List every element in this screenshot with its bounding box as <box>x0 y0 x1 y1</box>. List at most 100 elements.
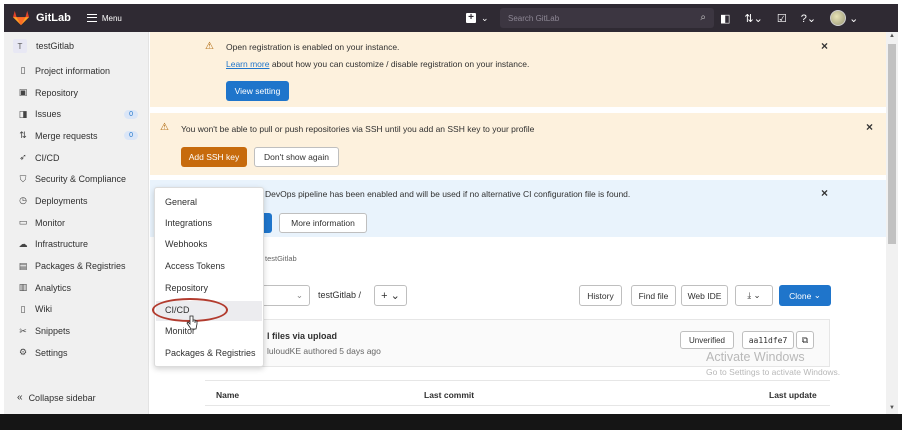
col-last-commit: Last commit <box>424 390 475 400</box>
sidebar-item-merge-requests[interactable]: ⇅ Merge requests 0 <box>4 125 148 147</box>
user-menu-button[interactable]: ⌄ <box>830 10 858 26</box>
clone-button[interactable]: Clone ⌄ <box>779 285 831 306</box>
rocket-icon: ➶ <box>19 152 27 163</box>
close-icon[interactable]: × <box>821 39 828 53</box>
project-avatar: T <box>13 39 27 53</box>
clipboard-icon: ▯ <box>20 65 26 76</box>
view-setting-button[interactable]: View setting <box>226 81 289 101</box>
monitor-icon: ▭ <box>18 217 28 228</box>
scissors-icon: ✂ <box>19 325 27 336</box>
double-chevron-left-icon: « <box>17 392 23 403</box>
gear-icon: ⚙ <box>18 347 28 358</box>
find-file-button[interactable]: Find file <box>631 285 676 306</box>
close-icon[interactable]: × <box>821 186 828 200</box>
sidebar-project-link[interactable]: T testGitlab <box>4 32 148 60</box>
page-scrollbar[interactable]: ▲ ▼ <box>886 32 898 414</box>
search-icon: ⌕ <box>700 12 706 23</box>
copy-sha-button[interactable]: ⧉ <box>796 331 814 349</box>
book-icon: ▣ <box>18 87 28 98</box>
brand-name: GitLab <box>36 12 71 24</box>
sidebar-item-project-information[interactable]: ▯ Project information <box>4 60 148 82</box>
sidebar-item-label: Issues <box>35 109 62 120</box>
auto-devops-alert-text: DevOps pipeline has been enabled and wil… <box>265 189 631 199</box>
sidebar-item-deployments[interactable]: ◷ Deployments <box>4 190 148 212</box>
shield-icon: ⛉ <box>19 173 27 184</box>
sidebar-item-label: Monitor <box>35 217 66 228</box>
history-button[interactable]: History <box>579 285 622 306</box>
new-dropdown-button[interactable]: + ⌄ <box>466 13 489 24</box>
package-icon: ▤ <box>18 260 28 271</box>
commit-title[interactable]: l files via upload <box>267 331 337 341</box>
flyout-item-packages-registries[interactable]: Packages & Registries <box>165 348 256 358</box>
sidebar-item-label: Project information <box>35 65 111 76</box>
chevron-down-icon: ⌄ <box>481 12 489 23</box>
breadcrumb[interactable]: testGitlab <box>265 254 297 263</box>
commit-sha-button[interactable]: aa11dfe7 <box>742 331 794 349</box>
flyout-item-repository[interactable]: Repository <box>165 283 208 293</box>
flyout-item-integrations[interactable]: Integrations <box>165 218 212 228</box>
project-path: testGitlab / <box>318 290 361 300</box>
col-last-update: Last update <box>769 390 817 400</box>
sidebar-item-ci-cd[interactable]: ➶ CI/CD <box>4 147 148 169</box>
hand-cursor-icon <box>186 315 198 330</box>
clone-label: Clone <box>789 290 812 301</box>
search-input[interactable] <box>508 13 688 23</box>
top-navbar: GitLab Menu + ⌄ ⌕ ◧ ⇅⌄ ☑ ?⌄ ⌄ <box>4 4 898 32</box>
sidebar-item-analytics[interactable]: ▥ Analytics <box>4 277 148 299</box>
sidebar-item-security-compliance[interactable]: ⛉ Security & Compliance <box>4 168 148 190</box>
col-name: Name <box>216 390 240 400</box>
flyout-item-general[interactable]: General <box>165 197 197 207</box>
download-button[interactable]: ⤓ ⌄ <box>735 285 773 306</box>
scroll-up-icon[interactable]: ▲ <box>889 33 895 39</box>
sidebar-item-settings[interactable]: ⚙ Settings <box>4 342 148 364</box>
dont-show-again-button[interactable]: Don't show again <box>254 147 339 167</box>
sidebar-item-packages-registries[interactable]: ▤ Packages & Registries <box>4 255 148 277</box>
menu-button[interactable]: Menu <box>86 14 122 23</box>
collapse-sidebar-button[interactable]: « Collapse sidebar <box>17 392 96 403</box>
sidebar-item-label: Wiki <box>35 304 52 315</box>
search-box[interactable]: ⌕ <box>500 8 714 28</box>
ssh-alert: ⚠ You won't be able to pull or push repo… <box>150 113 886 175</box>
chevron-down-icon: ⌄ <box>849 12 859 25</box>
wiki-icon: ▯ <box>20 303 26 314</box>
unverified-badge[interactable]: Unverified <box>680 331 734 349</box>
issues-nav-icon[interactable]: ◧ <box>720 12 730 25</box>
merge-requests-nav-icon[interactable]: ⇅⌄ <box>744 12 762 25</box>
registration-alert-text: Open registration is enabled on your ins… <box>226 42 400 52</box>
sidebar-item-repository[interactable]: ▣ Repository <box>4 82 148 104</box>
sidebar-item-label: CI/CD <box>35 152 60 163</box>
sidebar-item-issues[interactable]: ◨ Issues 0 <box>4 103 148 125</box>
close-icon[interactable]: × <box>866 120 873 134</box>
flyout-item-access-tokens[interactable]: Access Tokens <box>165 261 225 271</box>
sidebar-item-infrastructure[interactable]: ☁ Infrastructure <box>4 234 148 256</box>
sidebar-item-monitor[interactable]: ▭ Monitor <box>4 212 148 234</box>
scroll-thumb[interactable] <box>888 44 896 244</box>
count-badge: 0 <box>124 109 138 119</box>
sidebar-item-label: Settings <box>35 347 68 358</box>
sidebar-item-label: Repository <box>35 87 79 98</box>
activate-windows-watermark: Activate Windows <box>706 350 805 364</box>
scroll-down-icon[interactable]: ▼ <box>889 405 895 411</box>
sidebar-item-wiki[interactable]: ▯ Wiki <box>4 299 148 321</box>
project-path-name[interactable]: testGitlab <box>318 290 356 300</box>
download-icon: ⤓ ⌄ <box>747 290 761 300</box>
flyout-item-webhooks[interactable]: Webhooks <box>165 239 207 249</box>
plus-square-icon: + <box>466 13 476 23</box>
learn-more-rest: about how you can customize / disable re… <box>269 59 530 69</box>
collapse-sidebar-label: Collapse sidebar <box>28 392 96 403</box>
settings-flyout-menu: General Integrations Webhooks Access Tokens… <box>154 187 264 367</box>
more-information-button[interactable]: More information <box>279 213 367 233</box>
sidebar-item-snippets[interactable]: ✂ Snippets <box>4 320 148 342</box>
add-ssh-key-button[interactable]: Add SSH key <box>181 147 247 167</box>
web-ide-button[interactable]: Web IDE <box>681 285 728 306</box>
todos-nav-icon[interactable]: ☑ <box>777 12 787 25</box>
add-to-tree-button[interactable]: + ⌄ <box>374 285 407 306</box>
branch-select[interactable]: ⌄ <box>260 285 310 306</box>
learn-more-link[interactable]: Learn more <box>226 59 269 69</box>
ssh-alert-text: You won't be able to pull or push reposi… <box>181 124 535 134</box>
help-nav-icon[interactable]: ?⌄ <box>801 12 816 25</box>
gitlab-home-link[interactable]: GitLab <box>12 10 71 26</box>
deployments-icon: ◷ <box>19 195 27 206</box>
sidebar-item-label: Snippets <box>35 326 71 337</box>
avatar <box>830 10 847 26</box>
